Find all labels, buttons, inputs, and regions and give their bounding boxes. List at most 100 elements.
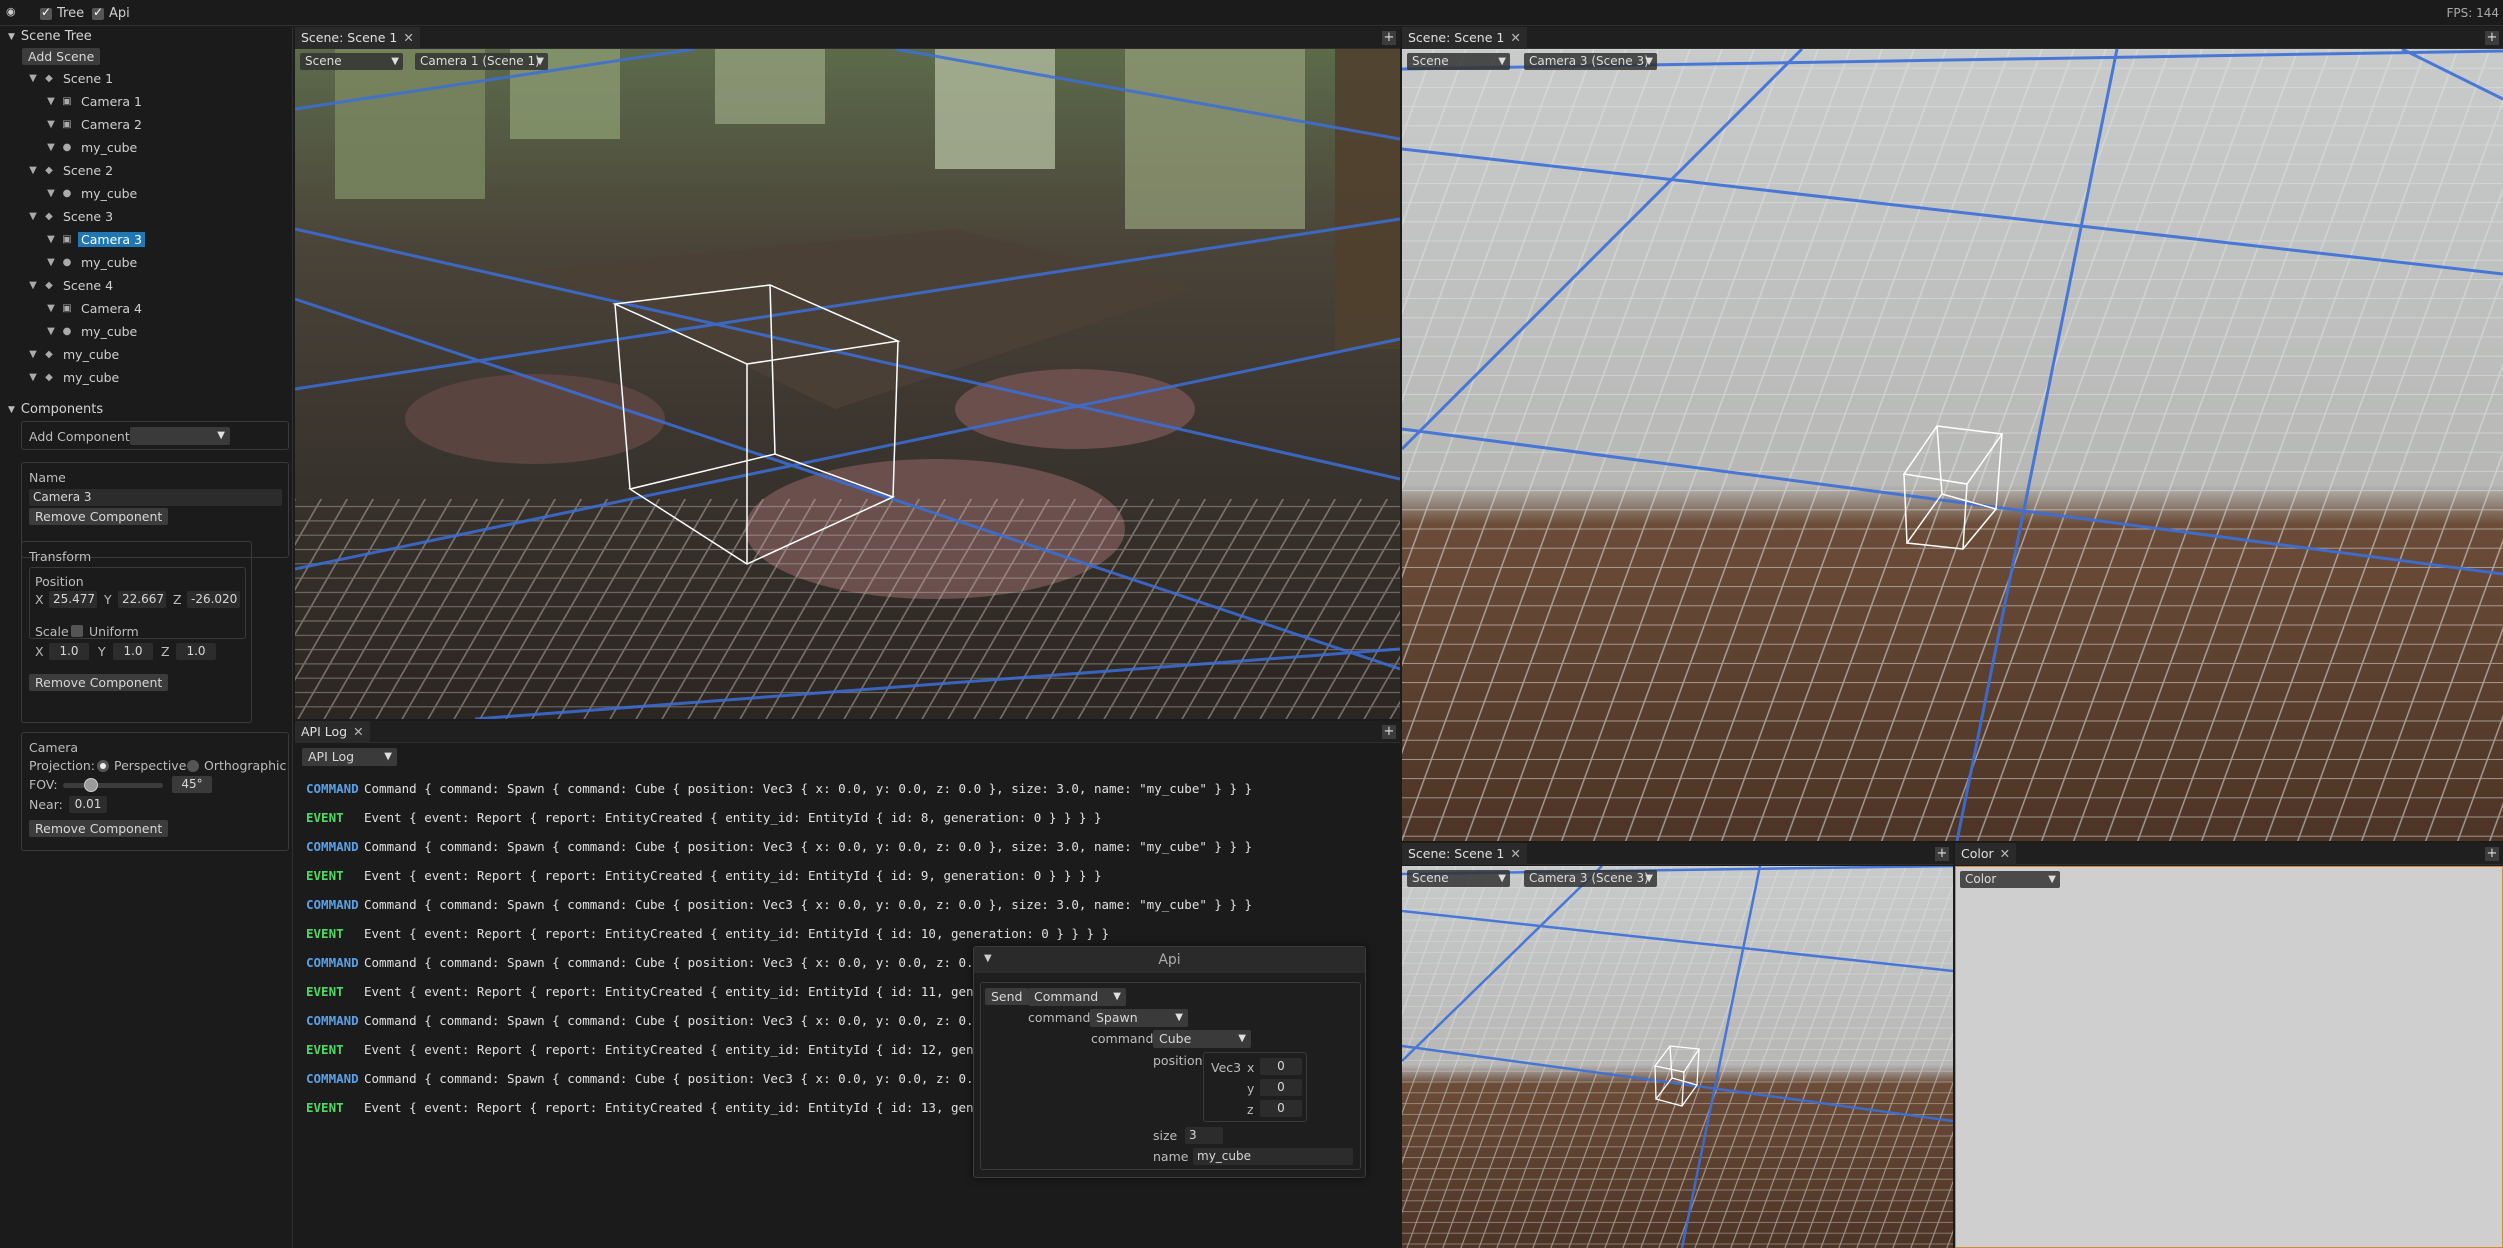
message-type-dropdown[interactable]: Command ▼ [1028, 988, 1126, 1006]
tree-item[interactable]: ▼ ● my_cube [46, 183, 140, 203]
add-tab-plus-icon[interactable]: + [1382, 725, 1396, 739]
scale-z-field[interactable]: 1.0 [176, 643, 216, 660]
scale-x-field[interactable]: 1.0 [49, 643, 89, 660]
close-icon[interactable]: ✕ [1510, 843, 1520, 865]
tree-item[interactable]: ▼ ◆ Scene 2 [28, 160, 116, 180]
api-window-titlebar[interactable]: ▼ Api [974, 947, 1365, 973]
send-button[interactable]: Send [985, 988, 1029, 1005]
tree-item[interactable]: ▼ ● my_cube [46, 252, 140, 272]
log-row: COMMAND Command { command: Spawn { comman… [306, 955, 1019, 970]
right-bottom-camera-dropdown[interactable]: Camera 3 (Scene 3) ▼ [1524, 870, 1657, 887]
color-view[interactable]: Color ▼ [1955, 866, 2503, 1248]
tree-item[interactable]: ▼ ◆ Scene 4 [28, 275, 116, 295]
position-y-field[interactable]: 22.667 [118, 591, 166, 608]
tree-item[interactable]: ▼ ▣ Camera 4 [46, 298, 145, 318]
fov-slider[interactable] [63, 778, 163, 792]
vec3-y-field[interactable]: 0 [1260, 1079, 1302, 1096]
expand-triangle-icon[interactable]: ▼ [46, 326, 56, 337]
log-text: Command { command: Spawn { command: Cube… [364, 897, 1253, 912]
expand-triangle-icon[interactable]: ▼ [28, 349, 38, 360]
collapse-triangle-icon[interactable]: ▼ [8, 405, 15, 415]
tab-scene-1-right-top[interactable]: Scene: Scene 1 ✕ [1402, 27, 1527, 49]
main-viewport[interactable]: Scene ▼ Camera 1 (Scene 1) ▼ [295, 49, 1400, 719]
tree-item[interactable]: ▼ ▣ Camera 1 [46, 91, 145, 111]
tree-item[interactable]: ▼ ▣ Camera 2 [46, 114, 145, 134]
expand-triangle-icon[interactable]: ▼ [46, 119, 56, 130]
add-tab-plus-icon[interactable]: + [1935, 847, 1949, 861]
tab-scene-1-right-bottom[interactable]: Scene: Scene 1 ✕ [1402, 843, 1527, 865]
position-z-field[interactable]: -26.020 [187, 591, 240, 608]
remove-name-component-button[interactable]: Remove Component [29, 508, 169, 525]
expand-triangle-icon[interactable]: ▼ [28, 372, 38, 383]
fov-slider-handle[interactable] [84, 778, 98, 792]
chevron-down-icon: ▼ [1498, 56, 1506, 67]
remove-camera-component-button[interactable]: Remove Component [29, 820, 169, 837]
tree-item[interactable]: ▼ ◆ Scene 3 [28, 206, 116, 226]
expand-triangle-icon[interactable]: ▼ [46, 188, 56, 199]
right-top-camera-dropdown[interactable]: Camera 3 (Scene 3) ▼ [1524, 53, 1657, 70]
log-kind: COMMAND [306, 781, 359, 796]
size-field[interactable]: 3 [1185, 1127, 1223, 1144]
right-bottom-scene-dropdown[interactable]: Scene ▼ [1407, 870, 1510, 887]
add-component-dropdown[interactable]: ▼ [130, 427, 230, 445]
tab-color[interactable]: Color ✕ [1955, 843, 2017, 865]
close-icon[interactable]: ✕ [2000, 843, 2010, 865]
tree-toggle-label: Tree [57, 6, 85, 21]
right-top-viewport[interactable]: Scene ▼ Camera 3 (Scene 3) ▼ [1402, 49, 2503, 841]
right-top-scene-dropdown[interactable]: Scene ▼ [1407, 53, 1510, 70]
tree-item[interactable]: ▼ ◆ Scene 1 [28, 68, 116, 88]
left-panel: ▼ Scene Tree Add Scene ▼ ◆ Scene 1 ▼ ▣ Camera… [0, 27, 293, 1248]
expand-triangle-icon[interactable]: ▼ [46, 303, 56, 314]
name-field[interactable]: Camera 3 [29, 489, 282, 506]
add-tab-plus-icon[interactable]: + [2485, 847, 2499, 861]
checkbox-icon[interactable] [40, 5, 52, 20]
expand-triangle-icon[interactable]: ▼ [28, 165, 38, 176]
command-dropdown[interactable]: Spawn ▼ [1090, 1009, 1188, 1027]
right-bottom-tabbar: Scene: Scene 1 ✕ + [1402, 843, 1953, 865]
close-icon[interactable]: ✕ [1510, 27, 1520, 49]
vec3-z-field[interactable]: 0 [1260, 1100, 1302, 1117]
right-bottom-viewport[interactable]: Scene ▼ Camera 3 (Scene 3) ▼ [1402, 866, 1953, 1248]
close-icon[interactable]: ✕ [403, 27, 413, 49]
api-log-dropdown[interactable]: API Log ▼ [302, 748, 397, 766]
remove-transform-component-button[interactable]: Remove Component [29, 674, 169, 691]
tree-toggle[interactable]: Tree [40, 5, 85, 21]
add-tab-plus-icon[interactable]: + [1382, 31, 1396, 45]
fov-value[interactable]: 45° [172, 776, 212, 793]
tree-item[interactable]: ▼ ◆ my_cube [28, 367, 122, 387]
orthographic-radio[interactable] [187, 760, 199, 772]
color-dropdown[interactable]: Color ▼ [1960, 871, 2060, 888]
scale-y-field[interactable]: 1.0 [113, 643, 153, 660]
main-camera-dropdown[interactable]: Camera 1 (Scene 1) ▼ [415, 53, 548, 70]
tree-item[interactable]: ▼ ● my_cube [46, 137, 140, 157]
tab-scene-1-main[interactable]: Scene: Scene 1 ✕ [295, 27, 420, 49]
shape-dropdown[interactable]: Cube ▼ [1153, 1030, 1251, 1048]
expand-triangle-icon[interactable]: ▼ [28, 211, 38, 222]
uniform-checkbox[interactable] [71, 625, 83, 637]
expand-triangle-icon[interactable]: ▼ [28, 280, 38, 291]
tree-item[interactable]: ▼ ▣ Camera 3 [46, 229, 145, 249]
scene-tree-header[interactable]: ▼ Scene Tree [8, 29, 92, 44]
near-field[interactable]: 0.01 [69, 796, 107, 813]
tree-item[interactable]: ▼ ● my_cube [46, 321, 140, 341]
expand-triangle-icon[interactable]: ▼ [46, 257, 56, 268]
name-field[interactable]: my_cube [1193, 1148, 1353, 1165]
api-toggle[interactable]: Api [92, 5, 130, 21]
menu-dot-icon[interactable]: ◉ [6, 5, 16, 18]
checkbox-icon[interactable] [92, 5, 104, 20]
tree-item[interactable]: ▼ ◆ my_cube [28, 344, 122, 364]
close-icon[interactable]: ✕ [353, 721, 363, 743]
vec3-x-field[interactable]: 0 [1260, 1058, 1302, 1075]
add-tab-plus-icon[interactable]: + [2485, 31, 2499, 45]
position-x-field[interactable]: 25.477 [49, 591, 97, 608]
expand-triangle-icon[interactable]: ▼ [46, 142, 56, 153]
expand-triangle-icon[interactable]: ▼ [46, 234, 56, 245]
tab-api-log[interactable]: API Log ✕ [295, 721, 370, 743]
main-scene-dropdown[interactable]: Scene ▼ [300, 53, 403, 70]
add-scene-button[interactable]: Add Scene [22, 48, 101, 65]
components-header[interactable]: ▼ Components [8, 402, 103, 417]
collapse-triangle-icon[interactable]: ▼ [8, 32, 15, 42]
expand-triangle-icon[interactable]: ▼ [46, 96, 56, 107]
expand-triangle-icon[interactable]: ▼ [28, 73, 38, 84]
perspective-radio[interactable] [97, 760, 109, 772]
